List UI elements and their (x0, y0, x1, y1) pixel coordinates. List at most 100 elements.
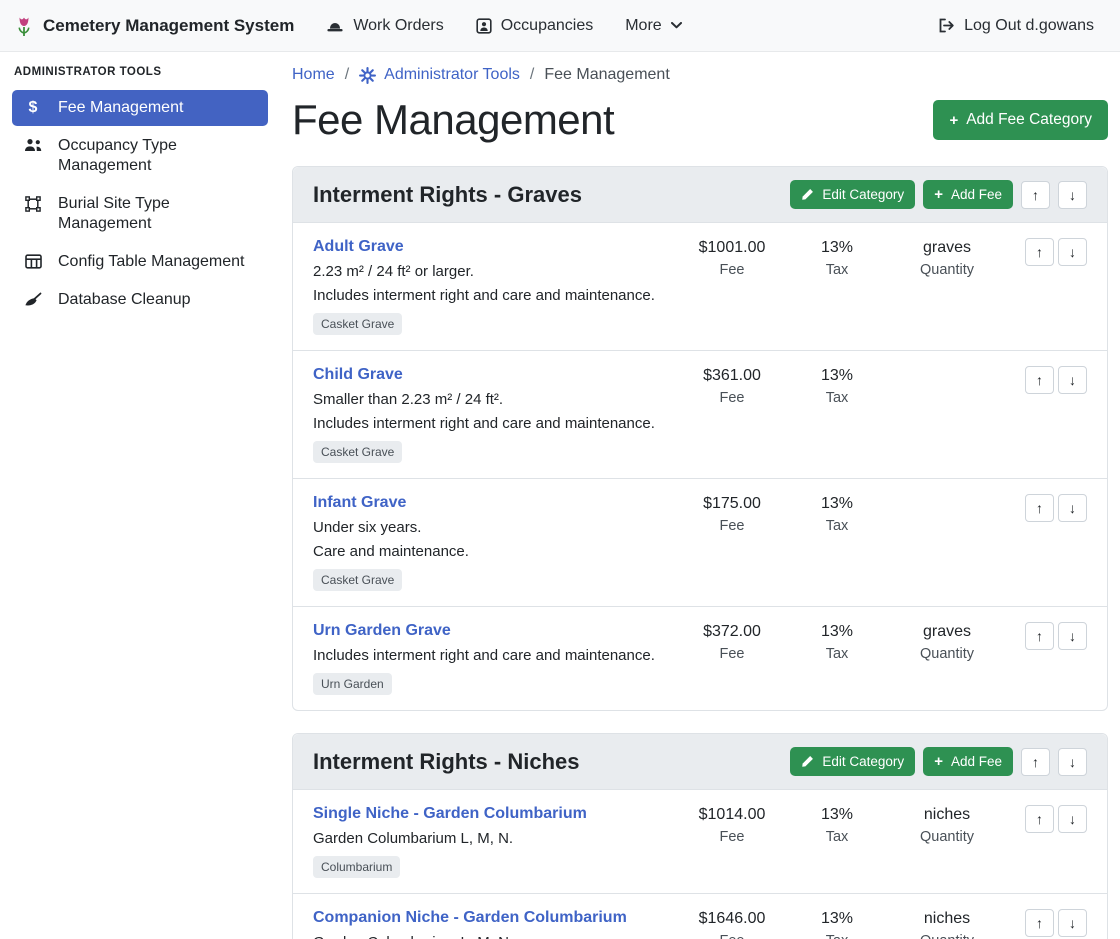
pencil-icon (801, 755, 814, 768)
category-title: Interment Rights - Niches (313, 749, 579, 775)
tax-rate: 13% Tax (787, 494, 887, 534)
fee-category-card: Interment Rights - Niches Edit Category … (292, 733, 1108, 939)
fee-description: Smaller than 2.23 m² / 24 ft². (313, 391, 667, 408)
logout-label: Log Out d.gowans (964, 17, 1094, 35)
fee-value-label: Fee (677, 646, 787, 662)
quantity-label: Quantity (887, 933, 1007, 939)
fee-value-label: Fee (677, 390, 787, 406)
category-actions: Edit Category + Add Fee ↑ ↓ (790, 180, 1087, 209)
nav-occupancies[interactable]: Occupancies (464, 9, 606, 43)
fee-info: Infant Grave Under six years. Care and m… (313, 494, 677, 591)
fee-row: Adult Grave 2.23 m² / 24 ft² or larger. … (293, 223, 1107, 351)
add-fee-category-label: Add Fee Category (966, 111, 1092, 129)
chevron-down-icon (671, 22, 682, 29)
main-content: Home / (280, 52, 1120, 939)
move-category-up-button[interactable]: ↑ (1021, 748, 1050, 776)
move-category-up-button[interactable]: ↑ (1021, 181, 1050, 209)
quantity-label: Quantity (887, 646, 1007, 662)
quantity-unit (887, 366, 1007, 372)
fee-value: $372.00 (677, 623, 787, 641)
up-arrow-icon: ↑ (1036, 628, 1043, 644)
move-fee-down-button[interactable]: ↓ (1058, 909, 1087, 937)
move-fee-up-button[interactable]: ↑ (1025, 909, 1054, 937)
add-fee-label: Add Fee (951, 187, 1002, 202)
fee-row: Single Niche - Garden Columbarium Garden… (293, 790, 1107, 894)
breadcrumb: Home / (292, 66, 1108, 84)
quantity-unit: graves Quantity (887, 238, 1007, 278)
fee-value: $361.00 (677, 367, 787, 385)
fee-name-link[interactable]: Infant Grave (313, 494, 406, 512)
table-icon (22, 254, 44, 269)
fee-name-link[interactable]: Companion Niche - Garden Columbarium (313, 909, 627, 927)
sidebar-item-config-table-management[interactable]: Config Table Management (12, 244, 268, 280)
move-fee-down-button[interactable]: ↓ (1058, 494, 1087, 522)
nav-links: Work Orders Occupancies More (314, 9, 693, 43)
fee-type-badge: Columbarium (313, 856, 400, 878)
edit-category-button[interactable]: Edit Category (790, 747, 915, 776)
down-arrow-icon: ↓ (1069, 187, 1076, 203)
sidebar-item-burial-site-type-management[interactable]: Burial Site Type Management (12, 186, 268, 242)
fee-description: Includes interment right and care and ma… (313, 287, 667, 304)
quantity-unit: graves Quantity (887, 622, 1007, 662)
fee-name-link[interactable]: Child Grave (313, 366, 403, 384)
move-fee-down-button[interactable]: ↓ (1058, 622, 1087, 650)
fee-description: 2.23 m² / 24 ft² or larger. (313, 263, 667, 280)
move-category-down-button[interactable]: ↓ (1058, 181, 1087, 209)
move-fee-up-button[interactable]: ↑ (1025, 366, 1054, 394)
sidebar-item-fee-management[interactable]: $ Fee Management (12, 90, 268, 126)
tax-rate: 13% Tax (787, 805, 887, 845)
fee-name-link[interactable]: Single Niche - Garden Columbarium (313, 805, 587, 823)
move-fee-down-button[interactable]: ↓ (1058, 366, 1087, 394)
quantity-value: graves (887, 623, 1007, 641)
add-fee-button[interactable]: + Add Fee (923, 747, 1013, 776)
quantity-label: Quantity (887, 262, 1007, 278)
move-fee-up-button[interactable]: ↑ (1025, 622, 1054, 650)
down-arrow-icon: ↓ (1069, 244, 1076, 260)
move-fee-down-button[interactable]: ↓ (1058, 805, 1087, 833)
fee-reorder: ↑ ↓ (1007, 238, 1087, 266)
sidebar-item-occupancy-type-management[interactable]: Occupancy Type Management (12, 128, 268, 184)
fee-value: $1014.00 (677, 806, 787, 824)
fee-description: Includes interment right and care and ma… (313, 647, 667, 664)
add-fee-button[interactable]: + Add Fee (923, 180, 1013, 209)
move-fee-up-button[interactable]: ↑ (1025, 805, 1054, 833)
down-arrow-icon: ↓ (1069, 811, 1076, 827)
fee-description: Garden Columbarium L, M, N. (313, 934, 667, 939)
logout-link[interactable]: Log Out d.gowans (926, 9, 1106, 43)
add-fee-label: Add Fee (951, 754, 1002, 769)
nav-more-dropdown[interactable]: More (613, 9, 693, 43)
fee-row: Urn Garden Grave Includes interment righ… (293, 607, 1107, 710)
down-arrow-icon: ↓ (1069, 500, 1076, 516)
fee-value-label: Fee (677, 262, 787, 278)
brand-link[interactable]: Cemetery Management System (14, 15, 294, 37)
move-category-down-button[interactable]: ↓ (1058, 748, 1087, 776)
fee-info: Companion Niche - Garden Columbarium Gar… (313, 909, 677, 939)
add-fee-category-button[interactable]: + Add Fee Category (933, 100, 1108, 140)
page-title: Fee Management (292, 96, 614, 144)
fee-row: Companion Niche - Garden Columbarium Gar… (293, 894, 1107, 939)
occupant-frame-icon (476, 18, 492, 34)
sidebar-item-database-cleanup[interactable]: Database Cleanup (12, 282, 268, 318)
nav-more-label: More (625, 17, 661, 35)
fee-value: $1646.00 (677, 910, 787, 928)
breadcrumb-home-link[interactable]: Home (292, 66, 335, 84)
up-arrow-icon: ↑ (1036, 244, 1043, 260)
move-fee-up-button[interactable]: ↑ (1025, 494, 1054, 522)
edit-category-button[interactable]: Edit Category (790, 180, 915, 209)
nav-work-orders[interactable]: Work Orders (314, 9, 455, 43)
move-fee-up-button[interactable]: ↑ (1025, 238, 1054, 266)
sidebar-item-label: Fee Management (58, 98, 183, 118)
tax-rate: 13% Tax (787, 909, 887, 939)
tax-label: Tax (787, 933, 887, 939)
fee-name-link[interactable]: Urn Garden Grave (313, 622, 451, 640)
fee-description: Includes interment right and care and ma… (313, 415, 667, 432)
tulip-logo-icon (14, 15, 34, 37)
fee-name-link[interactable]: Adult Grave (313, 238, 404, 256)
sidebar-item-label: Occupancy Type Management (58, 136, 258, 176)
fee-type-badge: Casket Grave (313, 313, 402, 335)
broom-icon (22, 292, 44, 308)
breadcrumb-admin-tools-link[interactable]: Administrator Tools (359, 66, 520, 84)
move-fee-down-button[interactable]: ↓ (1058, 238, 1087, 266)
pencil-icon (801, 188, 814, 201)
category-header: Interment Rights - Niches Edit Category … (293, 734, 1107, 790)
